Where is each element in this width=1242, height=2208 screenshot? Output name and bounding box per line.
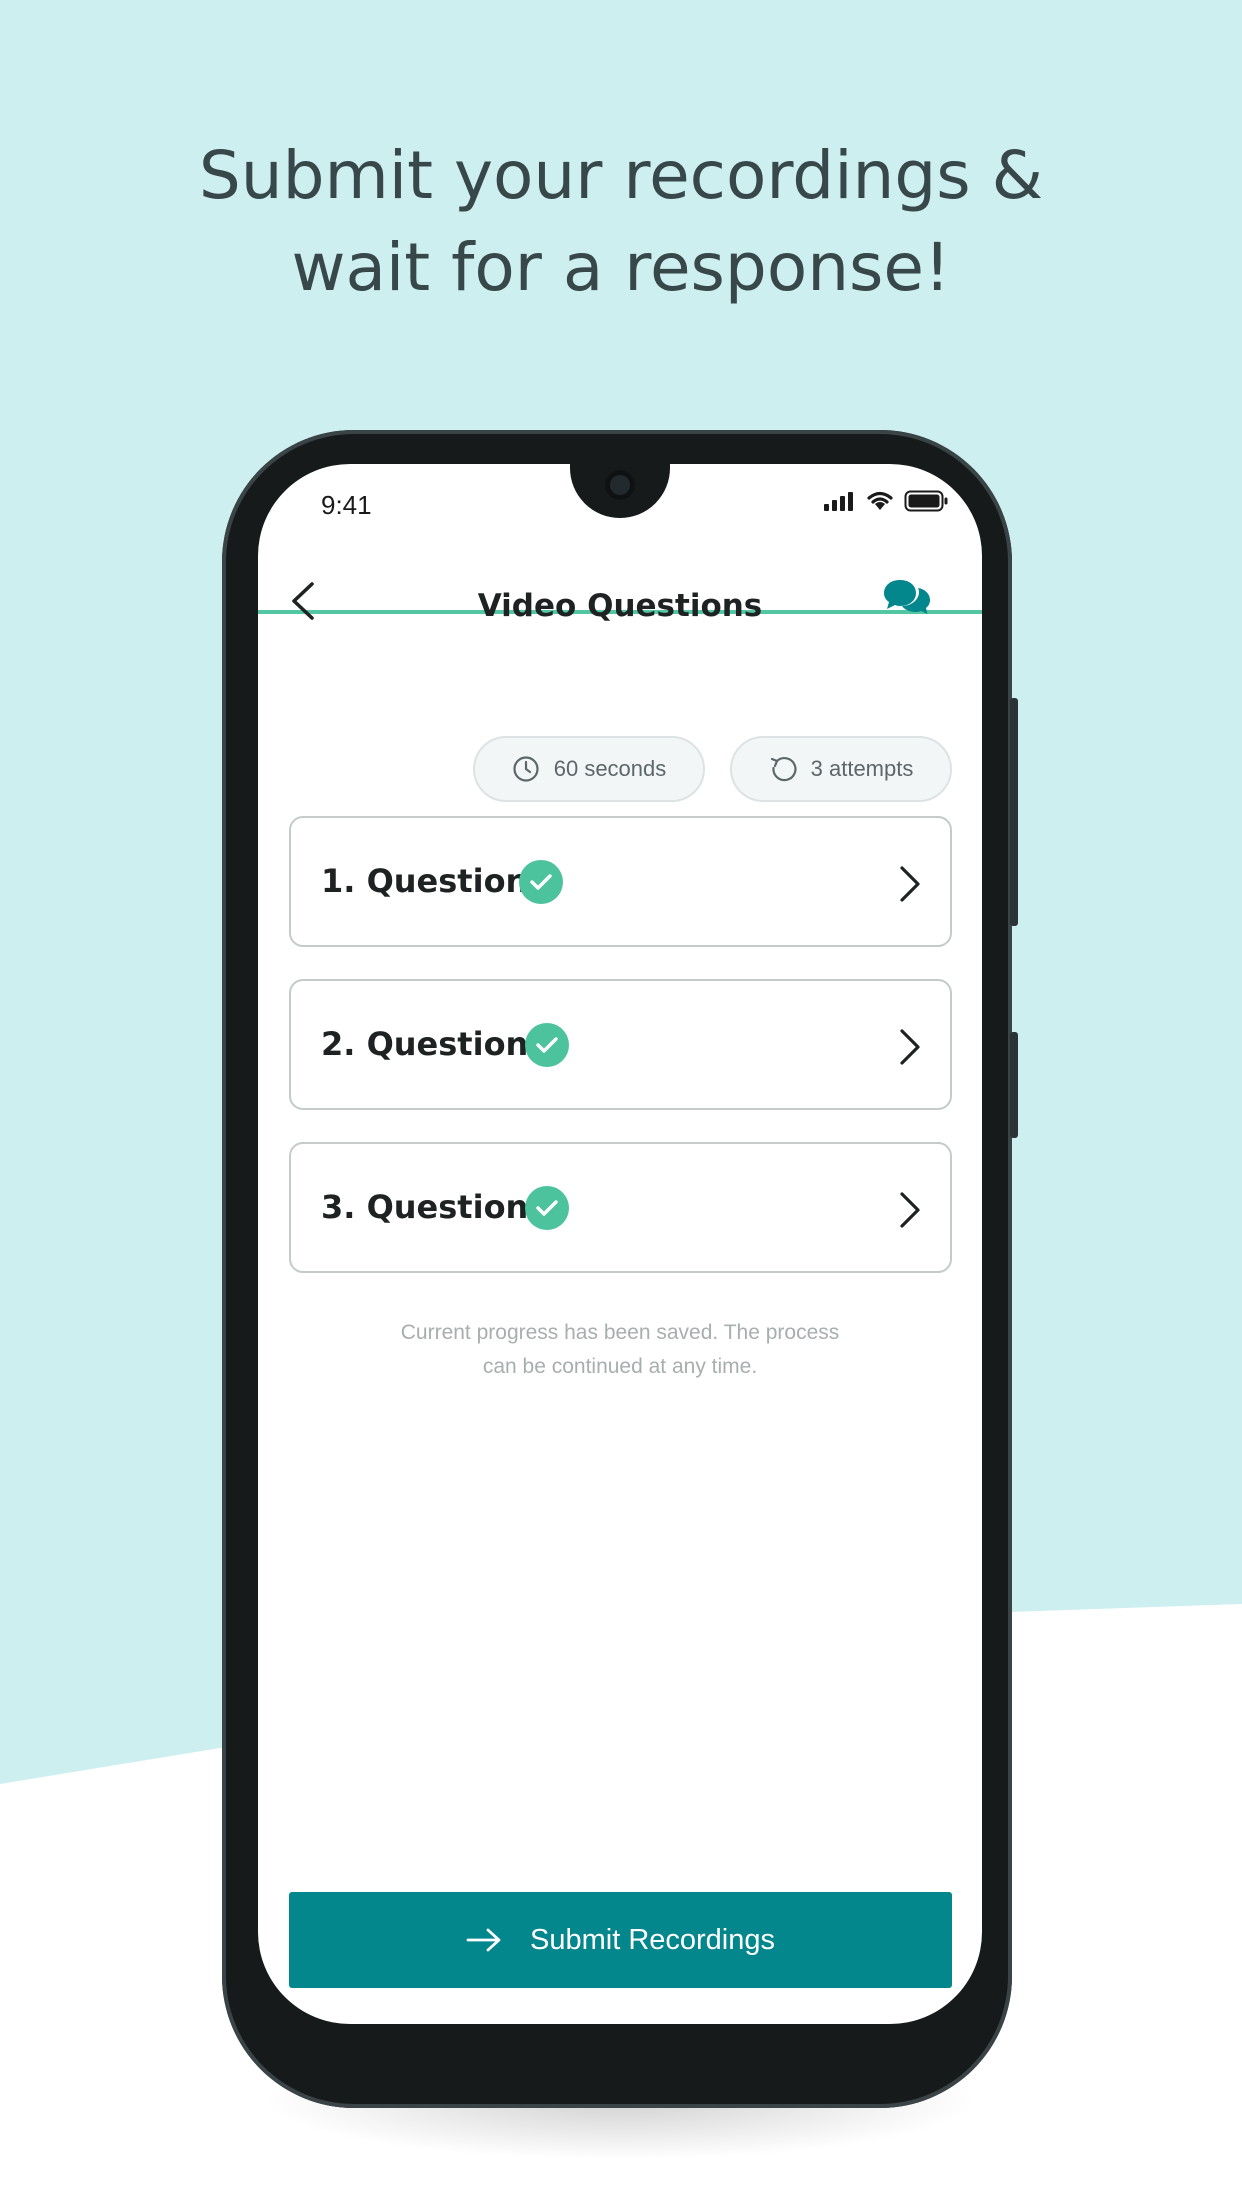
- duration-chip-label: 60 seconds: [553, 756, 667, 781]
- page-title: Video Questions: [477, 588, 763, 624]
- check-circle-icon: [519, 860, 563, 904]
- clock-icon: [513, 756, 539, 782]
- progress-note-line-2: can be continued at any time.: [482, 1355, 758, 1378]
- question-label: 3. Question: [321, 1188, 529, 1226]
- status-icons: [824, 490, 948, 512]
- headline-line-1: Submit your recordings &: [198, 137, 1044, 214]
- notch: [570, 464, 670, 518]
- headline: Submit your recordings & wait for a resp…: [0, 130, 1242, 314]
- wifi-icon: [867, 491, 893, 510]
- attempts-chip-label: 3 attempts: [810, 756, 914, 781]
- phone-frame: 9:41 Video Questions 60 seconds 3 attemp…: [222, 430, 1018, 2108]
- question-label: 2. Question: [321, 1025, 529, 1063]
- signal-icon: [824, 492, 853, 511]
- headline-line-2: wait for a response!: [291, 229, 951, 306]
- chat-bubbles-icon[interactable]: [882, 576, 932, 620]
- question-card-1[interactable]: 1. Question: [289, 816, 952, 947]
- battery-icon: [904, 490, 948, 512]
- question-card-3[interactable]: 3. Question: [289, 1142, 952, 1273]
- question-label: 1. Question: [321, 862, 529, 900]
- retry-icon: [770, 757, 797, 782]
- arrow-right-icon: [466, 1928, 501, 1952]
- progress-note: Current progress has been saved. The pro…: [318, 1316, 922, 1384]
- status-time: 9:41: [321, 490, 372, 520]
- camera-icon: [605, 470, 635, 500]
- duration-chip: 60 seconds: [473, 736, 705, 802]
- chevron-right-icon: [900, 1029, 920, 1065]
- progress-note-line-1: Current progress has been saved. The pro…: [400, 1321, 840, 1344]
- submit-recordings-label: Submit Recordings: [530, 1923, 775, 1956]
- phone-screen: 9:41 Video Questions 60 seconds 3 attemp…: [258, 464, 982, 2024]
- submit-recordings-button[interactable]: Submit Recordings: [289, 1892, 952, 1988]
- chevron-right-icon: [900, 1192, 920, 1228]
- side-button-power: [1010, 698, 1018, 926]
- side-button-volume: [1010, 1032, 1018, 1138]
- check-circle-icon: [525, 1023, 569, 1067]
- attempts-chip: 3 attempts: [730, 736, 952, 802]
- chevron-right-icon: [900, 866, 920, 902]
- check-circle-icon: [525, 1186, 569, 1230]
- question-card-2[interactable]: 2. Question: [289, 979, 952, 1110]
